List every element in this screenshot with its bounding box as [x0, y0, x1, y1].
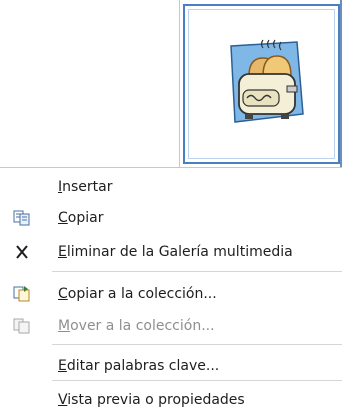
thumbnail-frame — [188, 9, 335, 159]
copy-to-collection-icon — [13, 286, 30, 302]
menu-item-mover-coleccion[interactable]: Mover a la colección... — [0, 311, 342, 341]
menu-item-label: Insertar — [58, 179, 113, 195]
menu-item-label: Editar palabras clave... — [58, 358, 220, 374]
menu-separator — [52, 380, 342, 381]
menu-item-label: Eliminar de la Galería multimedia — [58, 244, 293, 260]
clipart-gallery — [0, 0, 342, 167]
menu-item-eliminar[interactable]: Eliminar de la Galería multimedia — [0, 237, 342, 267]
move-to-collection-icon — [13, 318, 30, 334]
menu-item-label: Copiar a la colección... — [58, 286, 217, 302]
menu-item-label: Copiar — [58, 210, 104, 226]
menu-item-editar-palabras[interactable]: Editar palabras clave... — [0, 351, 342, 381]
copy-icon — [13, 210, 30, 226]
menu-item-vista-previa[interactable]: Vista previa o propiedades — [0, 385, 342, 414]
menu-separator — [52, 271, 342, 272]
menu-item-label: Vista previa o propiedades — [58, 392, 245, 408]
menu-item-copiar-coleccion[interactable]: Copiar a la colección... — [0, 279, 342, 309]
delete-x-icon — [16, 245, 28, 259]
gallery-cell-empty — [0, 0, 180, 167]
context-menu: Insertar Copiar Eliminar de la Galería m… — [0, 167, 342, 414]
menu-item-copiar[interactable]: Copiar — [0, 203, 342, 233]
toaster-clipart-image — [230, 39, 304, 123]
gallery-thumbnail-selected[interactable] — [183, 4, 340, 164]
menu-item-label: Mover a la colección... — [58, 318, 215, 334]
menu-item-insertar[interactable]: Insertar — [0, 172, 342, 202]
menu-separator — [52, 344, 342, 345]
